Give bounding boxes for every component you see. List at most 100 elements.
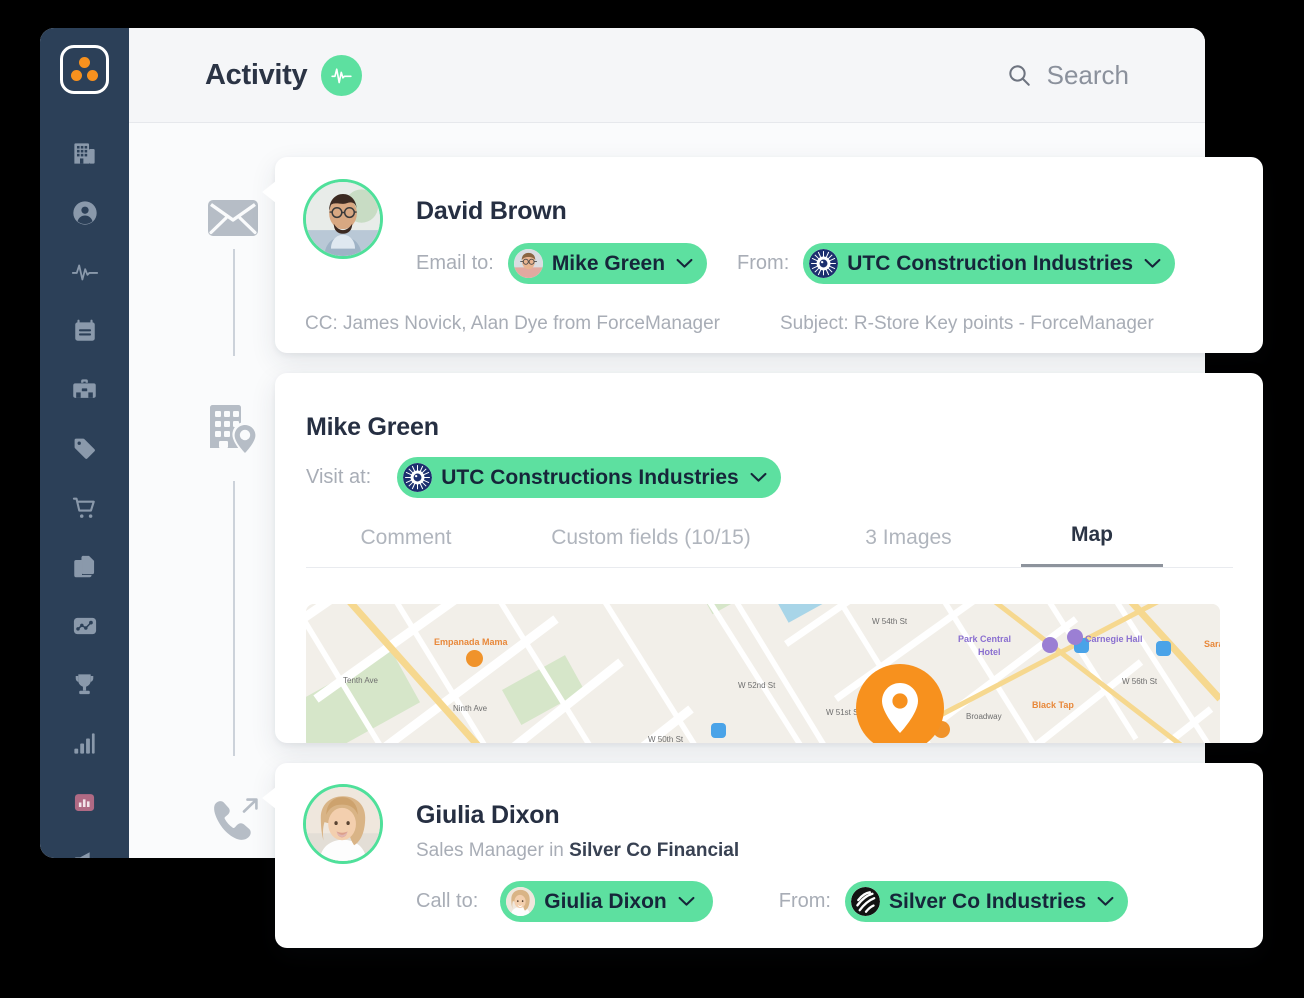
map-label: Black Tap (1032, 700, 1074, 710)
app-header: Activity Search (129, 28, 1205, 123)
giulia-dixon-avatar (306, 787, 380, 861)
tag-icon (74, 438, 95, 459)
chevron-down-icon[interactable] (1144, 258, 1161, 269)
call-from-label: From: (778, 890, 831, 912)
call-from-pill[interactable]: Silver Co Industries (844, 881, 1129, 922)
map-label: Broadway (966, 712, 1002, 721)
sidebar-item-products[interactable] (40, 419, 129, 478)
visit-person-name: Mike Green (306, 413, 439, 441)
chevron-down-icon[interactable] (1097, 896, 1114, 907)
search-input[interactable]: Search (1047, 60, 1129, 91)
activity-card-visit[interactable]: Mike Green Visit at: UTC Constructions I… (275, 373, 1263, 743)
card-notch (275, 403, 276, 425)
map-poi-music (1067, 629, 1083, 645)
map-canvas (306, 604, 1220, 743)
call-role-prefix: Sales Manager in (416, 840, 570, 861)
call-to-pill-label: Giulia Dixon (544, 889, 667, 913)
sidebar-nav-list (40, 124, 129, 858)
chevron-down-icon[interactable] (750, 472, 767, 483)
map-label: W 54th St (872, 617, 908, 626)
call-to-pill[interactable]: Giulia Dixon (500, 881, 713, 922)
tab-map[interactable]: Map (1021, 523, 1163, 567)
network-chart-icon (73, 617, 96, 634)
brand-logo[interactable] (60, 45, 109, 94)
search-box[interactable]: Search (1006, 60, 1129, 91)
email-from-pill-label: UTC Construction Industries (847, 251, 1134, 275)
page-title: Activity (205, 58, 308, 91)
visit-company-pill-label: UTC Constructions Industries (441, 465, 739, 489)
bar-chart-icon (74, 733, 95, 754)
sidebar-item-contacts[interactable] (40, 183, 129, 242)
visit-map[interactable]: Empanada Mama Park Central Hotel W 54th St W… (306, 604, 1220, 743)
map-label: W 56th St (1122, 677, 1158, 686)
sidebar-item-activity[interactable] (40, 242, 129, 301)
building-icon (74, 143, 95, 164)
sidebar-item-orders[interactable] (40, 478, 129, 537)
chevron-down-icon[interactable] (678, 896, 695, 907)
timeline-connector-1 (233, 249, 235, 356)
email-person-name: David Brown (416, 197, 567, 225)
sidebar-item-agenda[interactable] (40, 301, 129, 360)
trophy-icon (75, 674, 94, 695)
map-location-pin[interactable] (856, 664, 944, 743)
sidebar-item-pipeline[interactable] (40, 596, 129, 655)
call-person-role: Sales Manager in Silver Co Financial (416, 840, 739, 862)
sidebar-item-documents[interactable] (40, 537, 129, 596)
giulia-dixon-avatar (506, 887, 536, 916)
timeline-connector-2 (233, 481, 235, 756)
sidebar (40, 28, 129, 858)
card-notch (262, 181, 276, 203)
mike-green-avatar-icon (513, 249, 543, 278)
sidebar-item-reports[interactable] (40, 714, 129, 773)
email-from-label: From: (737, 252, 790, 274)
sidebar-item-goals[interactable] (40, 655, 129, 714)
tab-custom-fields[interactable]: Custom fields (10/15) (506, 526, 796, 567)
sidebar-item-opportunities[interactable] (40, 360, 129, 419)
pulse-icon (71, 264, 98, 280)
sidebar-item-dashboard[interactable] (40, 773, 129, 832)
utc-logo-icon (403, 463, 433, 492)
visit-company-pill[interactable]: UTC Constructions Industries (397, 457, 781, 498)
map-label: Park Central (958, 634, 1012, 644)
map-poi-hotel (1042, 637, 1058, 653)
sidebar-item-news[interactable] (40, 832, 129, 858)
call-role-company: Silver Co Financial (569, 840, 740, 861)
call-to-label: Call to: (416, 890, 479, 912)
email-from-pill[interactable]: UTC Construction Industries (803, 243, 1176, 284)
tab-images[interactable]: 3 Images (796, 526, 1021, 567)
email-subject: Subject: R-Store Key points - ForceManag… (780, 313, 1154, 334)
documents-icon (74, 555, 95, 578)
david-brown-avatar (306, 182, 380, 256)
building-pin-icon (210, 405, 258, 456)
map-label: W 52nd St (738, 681, 776, 690)
email-to-pill[interactable]: Mike Green (507, 243, 708, 284)
phone-outgoing-icon (214, 798, 258, 840)
email-recipients-row: Email to: Mike Green From: UTC Construct… (416, 243, 1176, 284)
map-label: W 50th St (648, 735, 684, 743)
tab-comment[interactable]: Comment (306, 526, 506, 567)
briefcase-icon (73, 379, 96, 398)
chevron-down-icon[interactable] (676, 258, 693, 269)
sidebar-item-companies[interactable] (40, 124, 129, 183)
avatar (303, 179, 383, 259)
search-icon (1008, 65, 1030, 86)
activity-card-email[interactable]: David Brown Email to: Mike Green From: U… (262, 157, 1263, 353)
map-label: Tenth Ave (343, 676, 378, 685)
calendar-icon (74, 319, 95, 341)
visit-location-row: Visit at: UTC Constructions Industries (306, 457, 781, 498)
visit-at-label: Visit at: (306, 466, 372, 488)
giulia-dixon-avatar-icon (506, 887, 536, 916)
map-label: Hotel (978, 647, 1001, 657)
timeline-visit-icon (207, 400, 261, 461)
activity-card-call[interactable]: Giulia Dixon Sales Manager in Silver Co … (262, 763, 1263, 948)
dashboard-chart-icon (74, 794, 95, 811)
avatar (303, 784, 383, 864)
utc-logo-icon (809, 249, 839, 278)
map-poi-bank-3 (711, 723, 726, 738)
map-label: Carnegie Hall (1085, 634, 1143, 644)
email-to-label: Email to: (416, 252, 494, 274)
map-poi-bank-2 (1156, 641, 1171, 656)
utc-logo (403, 463, 433, 492)
mike-green-avatar (513, 249, 543, 278)
map-label: Ninth Ave (453, 704, 488, 713)
